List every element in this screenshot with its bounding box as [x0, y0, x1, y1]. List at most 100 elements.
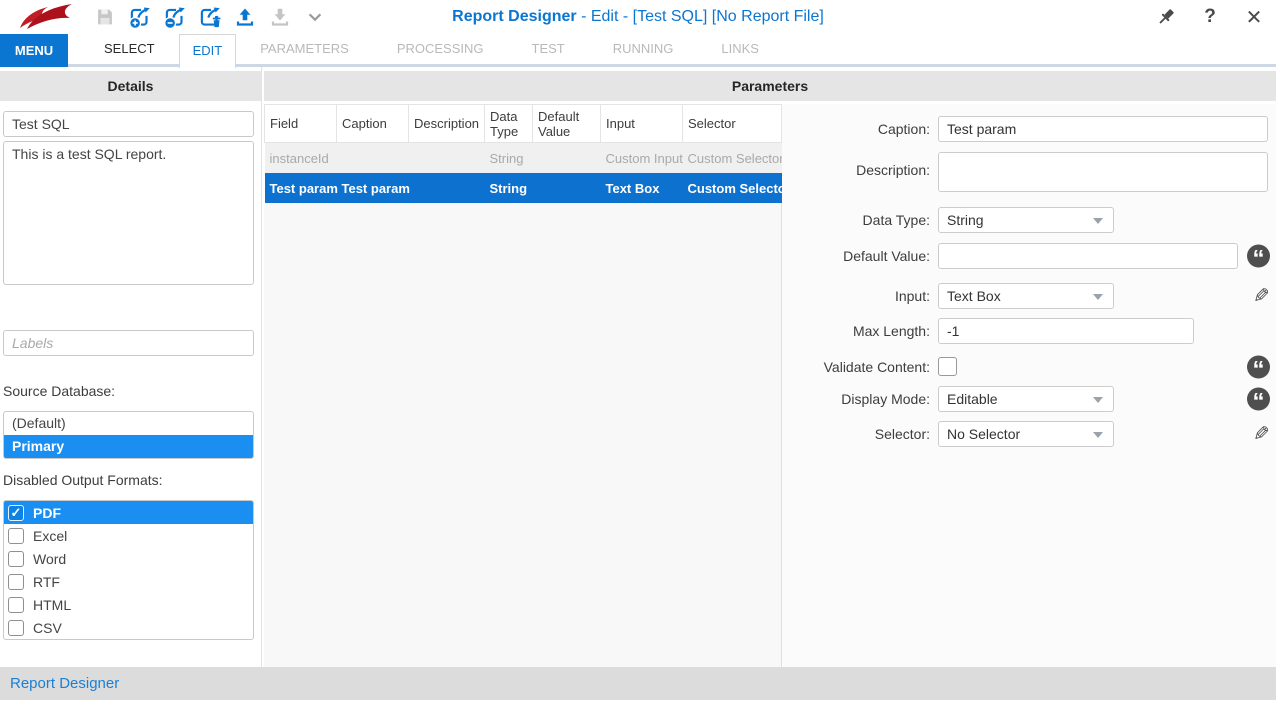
chevron-down-icon[interactable] — [302, 4, 328, 30]
description-label: Description: — [782, 162, 930, 178]
save-icon[interactable] — [92, 4, 118, 30]
pencil-icon[interactable]: ✎ — [1253, 284, 1270, 309]
display-mode-value: Editable — [947, 391, 998, 407]
source-database-option-default[interactable]: (Default) — [4, 412, 253, 435]
format-checkbox[interactable]: ✓ — [8, 528, 24, 544]
pin-icon[interactable] — [1154, 5, 1178, 29]
cell-field: instanceId — [265, 143, 337, 174]
quote-icon[interactable]: “ — [1247, 388, 1270, 411]
tab-menu[interactable]: MENU — [0, 34, 68, 67]
tab-running[interactable]: RUNNING — [589, 34, 698, 64]
report-name-input[interactable] — [3, 111, 254, 137]
col-data-type[interactable]: Data Type — [485, 105, 533, 143]
default-value-input[interactable] — [938, 243, 1238, 269]
quote-icon[interactable]: “ — [1247, 245, 1270, 268]
report-description-textarea[interactable]: This is a test SQL report. — [3, 141, 254, 285]
format-item-word[interactable]: ✓ Word — [4, 547, 253, 570]
cell-description — [409, 173, 485, 203]
table-row-instanceid[interactable]: instanceId String Custom Input Custom Se… — [265, 143, 782, 174]
top-bar: Report Designer - Edit - [Test SQL] [No … — [0, 0, 1276, 34]
selector-value: No Selector — [947, 426, 1020, 442]
format-item-rtf[interactable]: ✓ RTF — [4, 570, 253, 593]
tab-processing[interactable]: PROCESSING — [373, 34, 508, 64]
display-mode-select[interactable]: Editable — [938, 386, 1114, 412]
download-icon[interactable] — [267, 4, 293, 30]
col-input[interactable]: Input — [601, 105, 683, 143]
cell-selector: Custom Selector — [683, 173, 782, 203]
status-text: Report Designer — [10, 667, 1276, 700]
table-row-test-param[interactable]: Test param Test param String Text Box Cu… — [265, 173, 782, 203]
cell-input: Custom Input — [601, 143, 683, 174]
disabled-formats-list: ✓ PDF ✓ Excel ✓ Word ✓ RTF ✓ HTML — [3, 500, 254, 640]
window-controls: ? ✕ — [1154, 0, 1266, 34]
format-label: HTML — [33, 597, 71, 613]
format-item-pdf[interactable]: ✓ PDF — [4, 501, 253, 524]
disabled-formats-label: Disabled Output Formats: — [3, 472, 254, 488]
format-checkbox[interactable]: ✓ — [8, 597, 24, 613]
cell-data-type: String — [485, 143, 533, 174]
upload-icon[interactable] — [232, 4, 258, 30]
parameters-body: Field Caption Description Data Type Defa… — [264, 104, 1276, 667]
tab-links[interactable]: LINKS — [697, 34, 783, 64]
window-title-app: Report Designer — [452, 8, 576, 25]
cell-data-type: String — [485, 173, 533, 203]
labels-input[interactable] — [3, 330, 254, 356]
parameters-table: Field Caption Description Data Type Defa… — [264, 104, 782, 203]
input-select[interactable]: Text Box — [938, 283, 1114, 309]
export-remove-icon[interactable] — [162, 4, 188, 30]
table-empty-area — [264, 203, 781, 667]
app-logo-icon — [12, 2, 78, 32]
col-caption[interactable]: Caption — [337, 105, 409, 143]
cell-caption — [337, 143, 409, 174]
col-selector[interactable]: Selector — [683, 105, 782, 143]
source-database-option-primary[interactable]: Primary — [4, 435, 253, 458]
export-add-icon[interactable] — [127, 4, 153, 30]
col-field[interactable]: Field — [265, 105, 337, 143]
format-checkbox[interactable]: ✓ — [8, 505, 24, 521]
format-item-html[interactable]: ✓ HTML — [4, 593, 253, 616]
details-panel-header: Details — [0, 71, 261, 101]
tab-parameters[interactable]: PARAMETERS — [236, 34, 373, 64]
format-label: RTF — [33, 574, 60, 590]
data-type-select[interactable]: String — [938, 207, 1114, 233]
format-item-excel[interactable]: ✓ Excel — [4, 524, 253, 547]
format-checkbox[interactable]: ✓ — [8, 620, 24, 636]
format-checkbox[interactable]: ✓ — [8, 551, 24, 567]
format-label: Word — [33, 551, 66, 567]
quote-icon[interactable]: “ — [1247, 355, 1270, 378]
format-label: CSV — [33, 620, 62, 636]
format-item-csv[interactable]: ✓ CSV — [4, 616, 253, 639]
format-checkbox[interactable]: ✓ — [8, 574, 24, 590]
tab-select[interactable]: SELECT — [80, 34, 179, 64]
col-default-value[interactable]: Default Value — [533, 105, 601, 143]
cell-caption: Test param — [337, 173, 409, 203]
parameters-section: Parameters Field Caption Description Dat… — [264, 67, 1276, 667]
tab-test[interactable]: TEST — [508, 34, 589, 64]
pencil-icon[interactable]: ✎ — [1253, 422, 1270, 447]
caption-label: Caption: — [782, 121, 930, 137]
tab-edit[interactable]: EDIT — [179, 34, 237, 68]
format-label: PDF — [33, 505, 61, 521]
parameters-panel-header: Parameters — [264, 71, 1276, 101]
input-label: Input: — [782, 288, 930, 304]
export-delete-icon[interactable] — [197, 4, 223, 30]
description-textarea[interactable] — [938, 152, 1268, 192]
display-mode-label: Display Mode: — [782, 391, 930, 407]
source-database-label: Source Database: — [3, 383, 254, 399]
validate-content-label: Validate Content: — [782, 359, 930, 375]
max-length-input[interactable] — [938, 318, 1194, 344]
parameters-table-area: Field Caption Description Data Type Defa… — [264, 104, 782, 667]
close-icon[interactable]: ✕ — [1242, 5, 1266, 29]
col-description[interactable]: Description — [409, 105, 485, 143]
selector-label: Selector: — [782, 426, 930, 442]
caption-input[interactable] — [938, 116, 1268, 142]
check-icon: ✓ — [11, 506, 22, 519]
validate-content-checkbox[interactable] — [938, 357, 957, 376]
data-type-value: String — [947, 212, 984, 228]
help-icon[interactable]: ? — [1198, 5, 1222, 29]
tab-strip: MENU SELECT EDIT PARAMETERS PROCESSING T… — [0, 34, 1276, 67]
details-panel: Details This is a test SQL report. Sourc… — [0, 67, 262, 667]
max-length-label: Max Length: — [782, 323, 930, 339]
data-type-label: Data Type: — [782, 212, 930, 228]
selector-select[interactable]: No Selector — [938, 421, 1114, 447]
